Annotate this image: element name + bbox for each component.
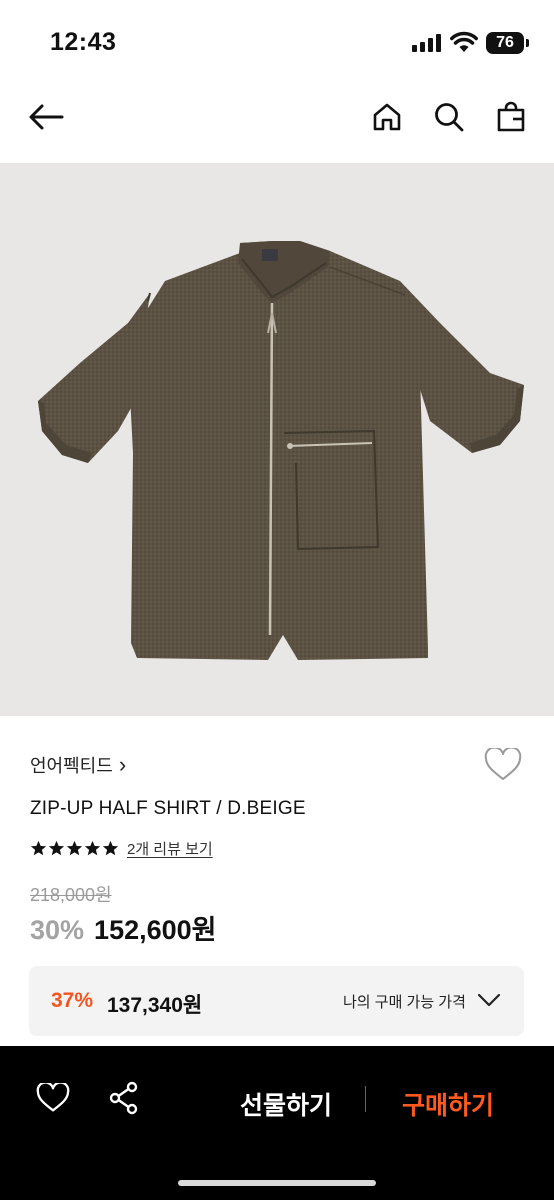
star-icon — [84, 840, 101, 856]
discount-rate: 30% — [30, 915, 85, 945]
status-bar: 12:43 76 — [0, 0, 554, 80]
home-icon — [373, 103, 401, 131]
my-price: 137,340원 — [107, 994, 203, 1017]
search-button[interactable] — [431, 99, 467, 135]
shopping-bag-icon — [497, 101, 525, 132]
heart-icon — [36, 1083, 70, 1112]
product-title: ZIP-UP HALF SHIRT / D.BEIGE — [30, 798, 306, 819]
back-button[interactable] — [28, 99, 64, 135]
bottom-action-bar: 선물하기 구매하기 — [0, 1046, 554, 1200]
product-image[interactable] — [0, 163, 554, 716]
shirt-illustration — [38, 241, 524, 660]
divider — [365, 1086, 366, 1112]
review-link[interactable]: 2개 리뷰 보기 — [127, 838, 213, 859]
battery-nub — [526, 39, 529, 47]
nav-bar — [0, 85, 554, 155]
brand-name: 언어펙티드 — [30, 756, 113, 776]
star-icon — [102, 840, 119, 856]
brand-link[interactable]: 언어펙티드 › — [30, 752, 126, 778]
cellular-signal-icon — [412, 34, 441, 52]
wifi-icon — [450, 31, 478, 52]
star-icon — [30, 840, 47, 856]
chevron-down-icon — [477, 993, 501, 1007]
home-button[interactable] — [369, 99, 405, 135]
cart-button[interactable] — [493, 99, 529, 135]
arrow-left-icon — [29, 104, 64, 130]
battery-icon: 76 — [486, 32, 524, 54]
original-price: 218,000원 — [30, 885, 112, 905]
home-indicator — [178, 1180, 376, 1186]
sale-price: 152,600원 — [94, 915, 217, 945]
rating-stars — [30, 840, 119, 857]
gift-button[interactable]: 선물하기 — [240, 1086, 332, 1122]
status-time: 12:43 — [50, 28, 117, 56]
rating-row: 2개 리뷰 보기 — [30, 838, 213, 859]
wishlist-toggle-button[interactable] — [484, 746, 522, 787]
share-button[interactable] — [106, 1080, 142, 1116]
my-discount-rate: 37% — [51, 989, 94, 1012]
star-icon — [48, 840, 65, 856]
chevron-right-icon: › — [118, 752, 127, 777]
search-icon — [435, 103, 464, 132]
wishlist-button[interactable] — [35, 1080, 71, 1116]
buy-button[interactable]: 구매하기 — [402, 1086, 494, 1122]
battery-level: 76 — [496, 34, 514, 51]
heart-icon — [484, 746, 522, 780]
my-price-box[interactable]: 37% 137,340원 나의 구매 가능 가격 — [29, 966, 524, 1036]
star-icon — [66, 840, 83, 856]
price-row: 30% 152,600원 — [30, 908, 217, 947]
share-icon — [109, 1081, 138, 1115]
my-price-label: 나의 구매 가능 가격 — [343, 994, 466, 1011]
